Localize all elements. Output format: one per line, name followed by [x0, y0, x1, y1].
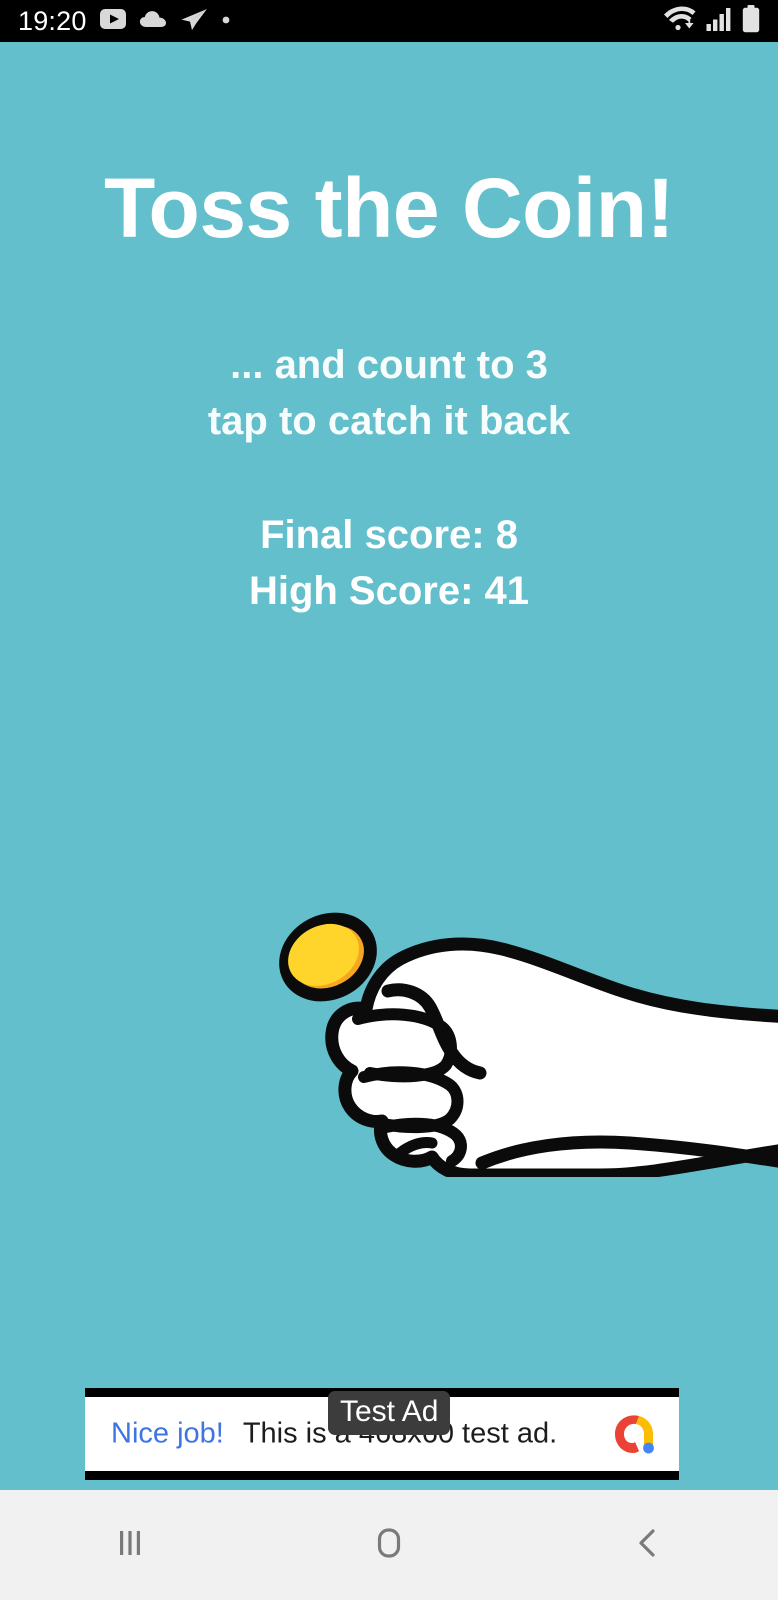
cellular-signal-icon [706, 6, 732, 37]
status-bar: 19:20 [0, 0, 778, 42]
fist-holding-coin-illustration [270, 887, 778, 1177]
back-chevron-icon [631, 1526, 665, 1565]
final-score-text: Final score: 8 [260, 513, 518, 557]
dot-icon [221, 12, 231, 30]
wifi-icon [662, 5, 696, 38]
home-icon [372, 1526, 406, 1565]
home-button[interactable] [329, 1500, 449, 1590]
telegram-send-icon [180, 7, 208, 36]
admob-logo [609, 1408, 661, 1460]
recents-icon [113, 1526, 147, 1565]
instruction-line-1: ... and count to 3 [230, 343, 548, 387]
status-bar-right [662, 4, 760, 38]
ad-cta-text[interactable]: Nice job! [111, 1418, 224, 1451]
game-screen[interactable]: Toss the Coin! ... and count to 3 tap to… [0, 42, 778, 1488]
test-ad-badge: Test Ad [328, 1391, 451, 1436]
back-button[interactable] [588, 1500, 708, 1590]
status-bar-left: 19:20 [18, 7, 231, 36]
status-bar-clock: 19:20 [18, 5, 87, 36]
recents-button[interactable] [70, 1500, 190, 1590]
instruction-line-2: tap to catch it back [207, 399, 571, 443]
phone-screenshot: 19:20 Toss the Coin! ... and count to 3 … [0, 0, 778, 1600]
page-title: Toss the Coin! [103, 161, 675, 255]
cloud-icon [139, 9, 167, 34]
score-block: Final score: 8 High Score: 41 [0, 507, 778, 619]
instructions-block: ... and count to 3 tap to catch it back [0, 337, 778, 449]
youtube-play-icon [99, 8, 126, 34]
android-navigation-bar [0, 1490, 778, 1600]
high-score-text: High Score: 41 [248, 569, 530, 613]
battery-icon [742, 4, 760, 38]
